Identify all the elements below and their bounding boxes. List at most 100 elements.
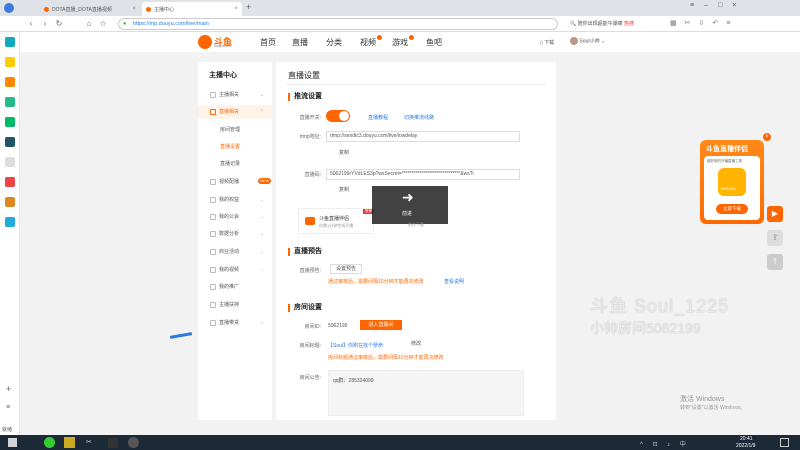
set-preview-button[interactable]: 设置预告 <box>330 264 362 274</box>
download-overlay[interactable]: ➜ 前进 <box>372 186 448 224</box>
settings-icon[interactable]: ≡ <box>6 404 10 411</box>
menu-item-live[interactable]: 直播相关 ⌃ <box>198 105 272 119</box>
app4-icon[interactable] <box>5 217 15 227</box>
float-top-icon[interactable]: ⤒ <box>767 254 783 270</box>
logo-sub: douyu.com <box>214 44 232 48</box>
tab-anchor-center[interactable]: 主播中心 × <box>142 2 242 16</box>
search-box[interactable]: 🔍 陪你出现超能牛爆痛 热搜 <box>570 18 660 30</box>
search-icon: 🔍 <box>570 21 577 27</box>
tray-icons: ^ ⊡ ♪ 中 <box>640 442 690 448</box>
live-toggle[interactable] <box>326 110 350 122</box>
close-icon[interactable]: × <box>234 6 238 12</box>
nav-home[interactable]: 首页 <box>260 37 276 48</box>
star-icon[interactable] <box>5 57 15 67</box>
companion-title: 斗鱼直播伴侣 <box>319 216 350 222</box>
taskbar-app-4[interactable] <box>108 438 118 448</box>
menu-item-room-manage[interactable]: 房间管理 <box>198 123 272 137</box>
grid-icon[interactable]: ▦ <box>670 20 685 27</box>
ad-download-button[interactable]: 立即下载 <box>716 204 748 214</box>
menu-item-commerce[interactable]: 直播带货 ⌄ <box>198 316 272 330</box>
taskbar-app-1[interactable] <box>44 437 55 448</box>
mail-icon[interactable] <box>5 97 15 107</box>
maximize-icon[interactable]: □ <box>718 2 732 9</box>
overlay-label: 前进 <box>402 211 413 217</box>
download-link[interactable]: ▯ 下载 <box>540 39 554 46</box>
close-window-icon[interactable]: × <box>732 2 746 9</box>
stream-code-field[interactable]: 5062199rYVdLES3p?wsSecret=**************… <box>326 169 520 180</box>
edit-title-button[interactable]: 修改 <box>402 340 430 350</box>
menu-item-live-settings[interactable]: 直播设置 <box>198 140 272 154</box>
menu-item-video-broadcast[interactable]: 视频配播 NEW <box>198 175 272 189</box>
address-bar[interactable]: ● https://mp.douyu.com/live/main <box>118 18 558 30</box>
room-title-value: 【Soul】你刚在找个孽命 <box>328 343 384 349</box>
menu-item-rights[interactable]: 我的权益 ⌄ <box>198 193 272 207</box>
app2-icon[interactable] <box>5 137 15 147</box>
room-id-label: 房间ID: <box>304 324 321 330</box>
chevron-icon: ⌄ <box>259 267 264 273</box>
ad-sub: 超好用的开播直播工具 <box>707 159 742 163</box>
game-icon[interactable] <box>5 77 15 87</box>
new-tab-icon[interactable]: + <box>246 2 251 12</box>
float-share-icon[interactable]: ⇪ <box>767 230 783 246</box>
preview-label: 直播预告: <box>299 268 321 274</box>
menu-item-live-record[interactable]: 直播记录 <box>198 157 272 171</box>
companion-ad[interactable]: 斗鱼直播伴侣 超好用的开播直播工具 DOUYU 立即下载 <box>700 140 764 224</box>
view-instructions-link[interactable]: 查看说明 <box>444 278 464 285</box>
copy-rtmp-button[interactable]: 复制 <box>330 149 358 159</box>
home-icon[interactable]: ⌂ <box>84 19 94 29</box>
menu-item-support[interactable]: 主播扶持 <box>198 298 272 312</box>
clock-time[interactable]: 20:41 <box>740 436 753 442</box>
notice-textarea[interactable]: qq群：285324099 <box>328 370 524 416</box>
undo-icon[interactable]: ↶ <box>712 20 726 27</box>
code-label: 直播码: <box>304 172 321 178</box>
nav-fishbar[interactable]: 鱼吧 <box>426 37 442 48</box>
start-icon[interactable] <box>8 438 17 447</box>
scissors-icon[interactable]: ✂ <box>685 20 699 27</box>
chat-icon[interactable] <box>5 117 15 127</box>
forward-icon[interactable]: › <box>40 19 50 29</box>
nav-category[interactable]: 分类 <box>326 37 342 48</box>
menu-item-business[interactable]: 商业活动 ⌄ <box>198 245 272 259</box>
clock-date[interactable]: 2022/1/9 <box>736 443 755 449</box>
companion-card[interactable]: 斗鱼直播伴侣 仅需1分钟完成开播 推荐 <box>298 208 374 234</box>
switch-line-link[interactable]: 切换推流线路 <box>404 114 434 121</box>
tab-label: DOTA直播_DOTA直播视频 <box>52 6 112 13</box>
rtmp-field[interactable]: rtmp://sendtc3.douyu.com/live/lowdelay <box>326 131 520 142</box>
star-icon[interactable]: ☆ <box>98 19 108 29</box>
taskbar-app-3[interactable]: ✂ <box>86 438 96 448</box>
float-video-icon[interactable]: ▶ <box>767 206 783 222</box>
douyu-logo[interactable]: 斗鱼 douyu.com <box>198 35 242 49</box>
doc-icon[interactable] <box>5 157 15 167</box>
copy-code-button[interactable]: 复制 <box>330 186 358 196</box>
menu-item-promotion[interactable]: 我的推广 <box>198 280 272 294</box>
add-icon[interactable]: + <box>6 384 11 394</box>
menu-item-anchor[interactable]: 主播相关 ⌄ <box>198 88 272 102</box>
close-icon[interactable]: × <box>132 6 136 12</box>
menu-icon[interactable]: ≡ <box>726 20 738 27</box>
weibo-icon[interactable] <box>5 177 15 187</box>
tab-dota[interactable]: DOTA直播_DOTA直播视频 × <box>40 2 140 16</box>
browser-logo-icon[interactable] <box>4 3 14 13</box>
nav-game[interactable]: 游戏 <box>392 37 408 48</box>
notification-icon[interactable] <box>780 438 789 447</box>
minimize-icon[interactable]: – <box>704 2 718 9</box>
app-icon[interactable] <box>5 37 15 47</box>
user-menu[interactable]: SouI小帅 ⌄ <box>570 37 605 45</box>
nav-video[interactable]: 视频 <box>360 37 376 48</box>
app3-icon[interactable] <box>5 197 15 207</box>
ad-close-icon[interactable]: × <box>763 133 771 141</box>
douyu-app-icon: DOUYU <box>718 168 746 196</box>
menu-item-my-videos[interactable]: 我的视频 ⌄ <box>198 263 272 277</box>
enter-room-button[interactable]: 进入直播间 <box>360 320 402 330</box>
taskbar-app-5[interactable] <box>128 437 139 448</box>
download-icon[interactable]: ⇩ <box>699 20 713 27</box>
menu-icon[interactable]: ≡ <box>690 2 704 9</box>
menu-item-analytics[interactable]: 数据分析 ⌄ <box>198 227 272 241</box>
taskbar-app-2[interactable] <box>64 437 75 448</box>
nav-live[interactable]: 直播 <box>292 37 308 48</box>
menu-item-guild[interactable]: 我的公会 ⌄ <box>198 210 272 224</box>
refresh-icon[interactable]: ↻ <box>54 19 64 29</box>
companion-icon <box>305 217 315 225</box>
back-icon[interactable]: ‹ <box>26 19 36 29</box>
tutorial-link[interactable]: 直播教程 <box>368 114 388 121</box>
